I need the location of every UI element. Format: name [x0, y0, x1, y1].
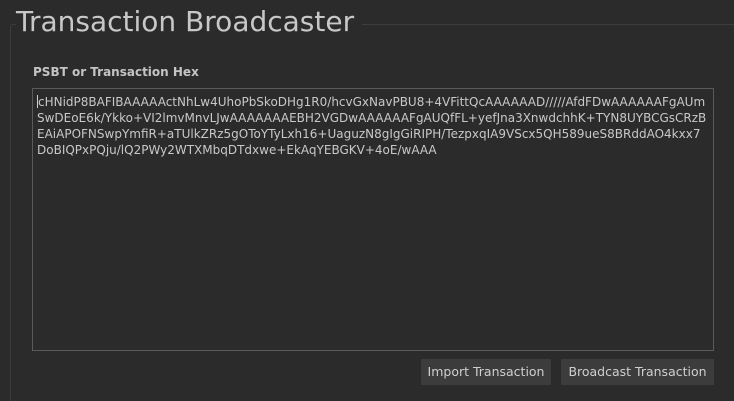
- hex-field-label: PSBT or Transaction Hex: [33, 65, 199, 79]
- import-transaction-button[interactable]: Import Transaction: [421, 359, 551, 385]
- window-title: Transaction Broadcaster: [16, 2, 363, 42]
- transaction-broadcaster-window: Transaction Broadcaster PSBT or Transact…: [0, 0, 734, 401]
- transaction-hex-text: cHNidP8BAFIBAAAAActNhLw4UhoPbSkoDHg1R0/h…: [37, 95, 707, 157]
- broadcast-transaction-button[interactable]: Broadcast Transaction: [561, 359, 714, 385]
- transaction-hex-input[interactable]: cHNidP8BAFIBAAAAActNhLw4UhoPbSkoDHg1R0/h…: [32, 88, 714, 351]
